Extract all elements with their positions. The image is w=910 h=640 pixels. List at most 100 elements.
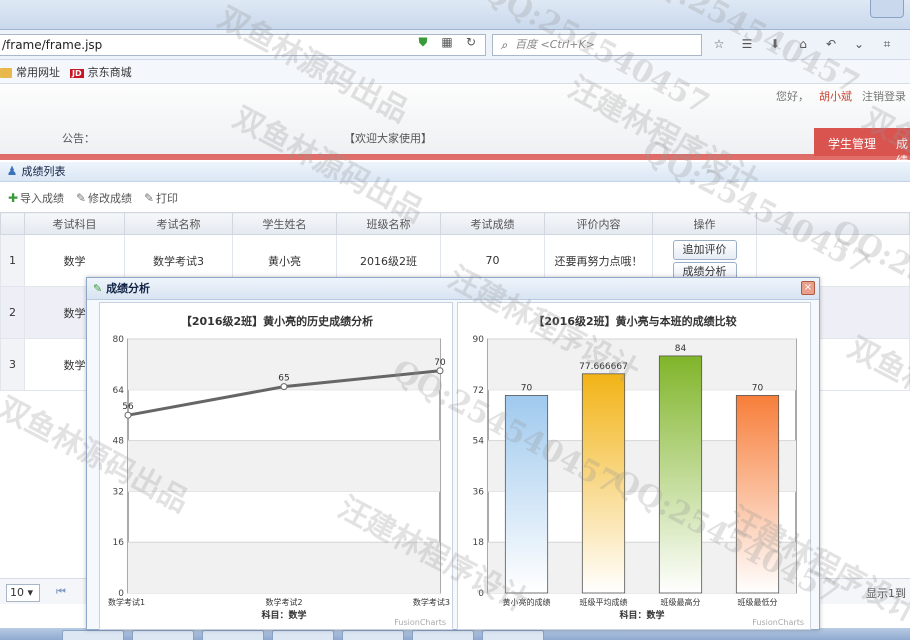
bookmark-common-sites[interactable]: 常用网址 [0, 64, 60, 80]
y-tick-label: 54 [473, 437, 485, 447]
x-tick-label: 黄小亮的成绩 [503, 597, 551, 607]
y-tick-label: 32 [113, 487, 124, 497]
username-link[interactable]: 胡小斌 [819, 88, 852, 104]
nav-divider [0, 154, 910, 160]
pager-info: 显示1到 [866, 587, 906, 600]
address-bar[interactable]: /frame/frame.jsp [0, 34, 486, 56]
folder-icon [0, 67, 12, 78]
x-tick-label: 数学考试2 [265, 597, 302, 607]
x-tick-label: 班级最低分 [738, 597, 778, 607]
star-icon[interactable]: ☆ [712, 37, 726, 51]
row-number: 3 [0, 338, 25, 391]
print-icon: ✎ [143, 191, 155, 205]
y-tick-label: 48 [113, 437, 125, 447]
logout-link[interactable]: 注销登录 [862, 88, 906, 104]
fusioncharts-label: FusionCharts [394, 618, 446, 627]
qr-code-icon[interactable]: ▦ [440, 35, 454, 49]
y-tick-label: 80 [113, 335, 125, 345]
col-comment[interactable]: 评价内容 [544, 212, 653, 235]
search-input[interactable]: ⌕ 百度 <Ctrl+K> [492, 34, 702, 56]
row-number: 1 [0, 234, 25, 287]
undo-icon[interactable]: ↶ [824, 37, 838, 51]
grid-band [128, 440, 440, 492]
taskbar-item[interactable] [132, 630, 194, 640]
bar [735, 395, 780, 594]
wrench-icon: ✎ [75, 191, 87, 205]
dialog-title-bar: ✎ 成绩分析 [87, 278, 819, 300]
refresh-icon[interactable]: ↻ [464, 35, 478, 49]
close-button[interactable]: × [801, 281, 815, 295]
page-size-select[interactable]: 10 ▾ [6, 584, 40, 602]
toolbar: ✚ 导入成绩 ✎ 修改成绩 ✎ 打印 [0, 186, 910, 210]
taskbar-item[interactable] [482, 630, 544, 640]
window-controls[interactable] [870, 0, 904, 18]
first-page-icon[interactable]: ⏮ [56, 585, 66, 599]
data-label: 65 [278, 374, 289, 384]
data-label: 70 [434, 358, 446, 368]
bar-chart-svg: 【2016级2班】黄小亮与本班的成绩比较 0 18 36 54 72 90 70 黄小亮的成绩 7… [473, 314, 797, 621]
bookmark-jd[interactable]: JD 京东商城 [70, 64, 132, 80]
x-tick-label: 班级平均成绩 [580, 597, 628, 607]
taskbar-item[interactable] [412, 630, 474, 640]
taskbar-item[interactable] [202, 630, 264, 640]
x-axis-label: 科目：数学 [619, 609, 664, 621]
edit-scores-button[interactable]: ✎ 修改成绩 [74, 190, 132, 206]
x-tick-label: 数学考试1 [108, 597, 145, 607]
plus-icon: ✚ [7, 191, 19, 205]
row-number: 2 [0, 286, 25, 339]
line-chart-svg: 【2016级2班】黄小亮的历史成绩分析01632486480566570数学考试… [108, 314, 450, 621]
bar [504, 395, 549, 594]
bookmarks-bar: 常用网址 JD 京东商城 [0, 60, 910, 84]
col-class-name[interactable]: 班级名称 [336, 212, 441, 235]
panel-title: ♟ 成绩列表 [0, 162, 910, 182]
bar [581, 373, 626, 594]
user-icon: ♟ [6, 164, 18, 178]
download-icon[interactable]: ⬇ [768, 37, 782, 51]
y-tick-label: 16 [113, 538, 125, 548]
col-filler [756, 212, 910, 235]
x-axis-label: 科目：数学 [261, 609, 306, 621]
chevron-down-icon[interactable]: ⌄ [852, 37, 866, 51]
col-exam-name[interactable]: 考试名称 [124, 212, 233, 235]
table-header-row: 考试科目 考试名称 学生姓名 班级名称 考试成绩 评价内容 操作 [0, 212, 910, 235]
score-analysis-dialog: ✎ 成绩分析 × 【2016级2班】黄小亮的历史成绩分析 0 16 32 48 64 80 5… [86, 277, 820, 630]
data-point [124, 411, 132, 419]
taskbar-item[interactable] [272, 630, 334, 640]
notice-text: 【欢迎大家使用】 [344, 132, 432, 145]
y-tick-label: 36 [473, 487, 485, 497]
history-line-chart: 【2016级2班】黄小亮的历史成绩分析 0 16 32 48 64 80 56 65 70 数学考试… [99, 302, 453, 630]
url-text: /frame/frame.jsp [2, 38, 103, 52]
col-score[interactable]: 考试成绩 [440, 212, 545, 235]
app-header: 您好， 胡小斌 注销登录 公告： 【欢迎大家使用】 [0, 84, 910, 156]
taskbar-item[interactable] [342, 630, 404, 640]
chart-title: 【2016级2班】黄小亮与本班的成绩比较 [533, 314, 736, 328]
y-tick-label: 0 [478, 589, 484, 599]
col-subject[interactable]: 考试科目 [24, 212, 125, 235]
search-icon: ⌕ [500, 38, 508, 52]
browser-title-bar [0, 0, 910, 30]
user-area: 您好， 胡小斌 注销登录 [776, 88, 906, 104]
chart-title: 【2016级2班】黄小亮的历史成绩分析 [181, 314, 373, 328]
pencil-icon: ✎ [93, 282, 103, 295]
x-tick-label: 数学考试3 [413, 597, 450, 607]
fusioncharts-label: FusionCharts [752, 618, 804, 627]
greeting: 您好， [776, 90, 809, 103]
data-label: 70 [521, 383, 533, 393]
reading-list-icon[interactable]: ☰ [740, 37, 754, 51]
data-label: 56 [122, 402, 134, 412]
y-tick-label: 90 [473, 335, 485, 345]
col-actions: 操作 [652, 212, 757, 235]
grid-band [128, 542, 440, 593]
add-comment-button[interactable]: 追加评价 [672, 239, 737, 260]
shield-icon[interactable]: ⛊ [416, 35, 430, 49]
home-icon[interactable]: ⌂ [796, 37, 810, 51]
taskbar-item[interactable] [62, 630, 124, 640]
import-scores-button[interactable]: ✚ 导入成绩 [6, 190, 64, 206]
print-button[interactable]: ✎ 打印 [142, 190, 178, 206]
dialog-title: 成绩分析 [106, 282, 151, 295]
col-student-name[interactable]: 学生姓名 [232, 212, 337, 235]
grid-band [488, 339, 796, 390]
nav-item-student-management[interactable]: 学生管理 [828, 135, 876, 152]
comparison-bar-chart: 【2016级2班】黄小亮与本班的成绩比较 0 18 36 54 72 90 70 黄小亮的成绩 7… [457, 302, 811, 630]
crop-icon[interactable]: ⌗ [880, 37, 894, 51]
